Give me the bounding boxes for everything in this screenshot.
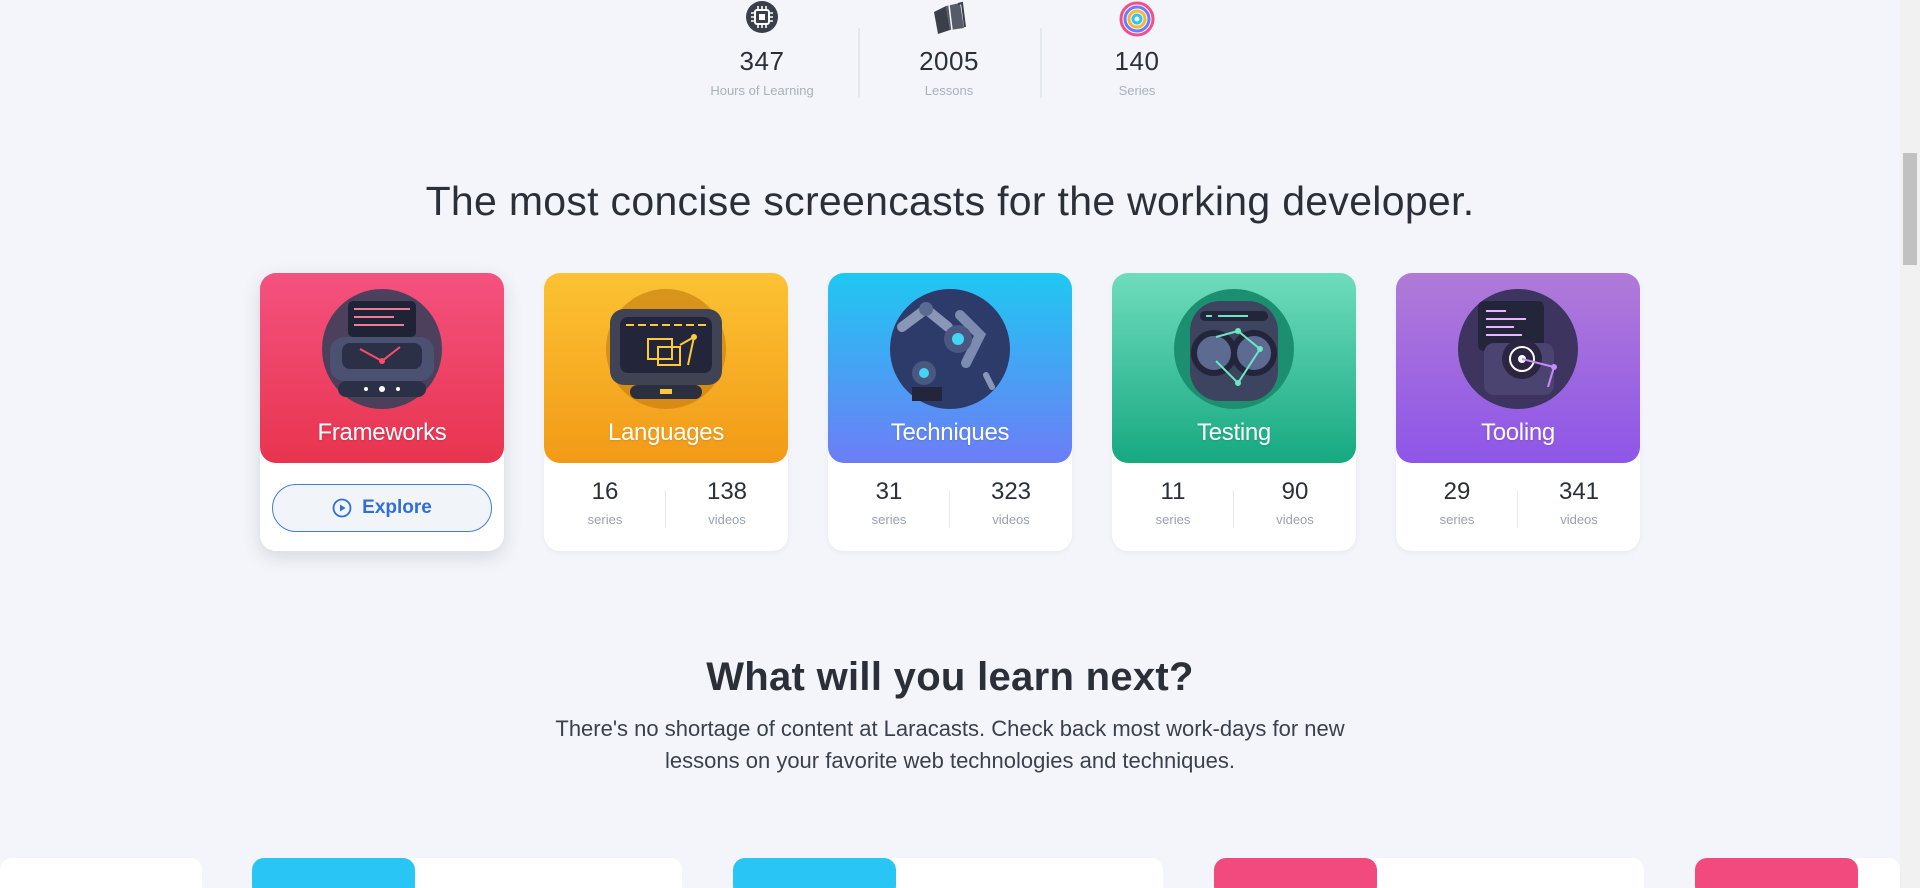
series-count: 11 series <box>1112 478 1234 527</box>
videos-count: 323 videos <box>950 478 1072 527</box>
topic-stats: 31 series 323 videos <box>828 478 1072 538</box>
series-count: 29 series <box>1396 478 1518 527</box>
videos-value: 90 <box>1281 478 1309 505</box>
videos-value: 323 <box>990 478 1032 505</box>
topic-title: Languages <box>607 419 725 446</box>
series-value: 31 <box>875 478 903 505</box>
series-card-thumbnail[interactable] <box>1695 858 1858 888</box>
topic-card-header[interactable]: Frameworks <box>260 273 504 463</box>
rings-icon <box>1119 1 1155 37</box>
vertical-scrollbar[interactable] <box>1900 0 1920 888</box>
next-section-description: There's no shortage of content at Laraca… <box>555 716 1345 773</box>
languages-illustration-icon <box>606 289 726 409</box>
series-unit: series <box>1439 512 1475 527</box>
videos-count: 138 videos <box>666 478 788 527</box>
stat-divider <box>1040 28 1042 98</box>
stat-label: Series <box>1118 83 1156 98</box>
videos-unit: videos <box>1276 512 1314 527</box>
series-card-thumbnail[interactable] <box>252 858 415 888</box>
stat-divider <box>858 28 860 98</box>
topic-card-frameworks[interactable]: Frameworks Explore <box>260 273 504 551</box>
topic-stats: 11 series 90 videos <box>1112 478 1356 538</box>
stat-hours: 347 Hours of Learning <box>677 0 847 98</box>
next-section-title: What will you learn next? <box>706 655 1194 699</box>
videos-value: 138 <box>706 478 748 505</box>
chip-icon <box>746 1 778 33</box>
stat-value: 140 <box>1114 46 1160 76</box>
topic-stats: 29 series 341 videos <box>1396 478 1640 538</box>
series-value: 16 <box>591 478 619 505</box>
stat-lessons: 2005 Lessons <box>864 0 1034 98</box>
topic-card-header[interactable]: Languages <box>544 273 788 463</box>
topic-title: Testing <box>1197 419 1271 446</box>
videos-unit: videos <box>1560 512 1598 527</box>
series-unit: series <box>871 512 907 527</box>
topic-card-header[interactable]: Testing <box>1112 273 1356 463</box>
series-card-partial[interactable] <box>0 858 202 888</box>
topic-card-languages[interactable]: Languages 16 series 138 videos <box>544 273 788 551</box>
topic-title: Techniques <box>890 419 1010 446</box>
section-headline: The most concise screencasts for the wor… <box>425 178 1475 224</box>
topic-card-header[interactable]: Techniques <box>828 273 1072 463</box>
topic-title: Frameworks <box>317 419 447 446</box>
frameworks-illustration-icon <box>322 289 442 409</box>
explore-button-label: Explore <box>362 497 432 518</box>
videos-value: 341 <box>1558 478 1600 505</box>
play-circle-icon <box>332 498 352 518</box>
topic-stats: 16 series 138 videos <box>544 478 788 538</box>
explore-button[interactable]: Explore <box>272 484 492 532</box>
series-value: 11 <box>1160 478 1186 505</box>
videos-unit: videos <box>992 512 1030 527</box>
stat-value: 347 <box>739 46 785 76</box>
topic-card-techniques[interactable]: Techniques 31 series 323 videos <box>828 273 1072 551</box>
stat-label: Hours of Learning <box>710 83 814 98</box>
stat-value: 2005 <box>919 46 979 76</box>
series-unit: series <box>1155 512 1191 527</box>
series-value: 29 <box>1443 478 1471 505</box>
techniques-illustration-icon <box>890 289 1010 409</box>
stat-series: 140 Series <box>1052 0 1222 98</box>
series-count: 16 series <box>544 478 666 527</box>
videos-count: 90 videos <box>1234 478 1356 527</box>
videos-count: 341 videos <box>1518 478 1640 527</box>
series-card-thumbnail[interactable] <box>733 858 896 888</box>
topic-card-testing[interactable]: Testing 11 series 90 videos <box>1112 273 1356 551</box>
scrollbar-thumb[interactable] <box>1903 153 1917 265</box>
topic-title: Tooling <box>1481 419 1555 446</box>
videos-unit: videos <box>708 512 746 527</box>
stats-row: 347 Hours of Learning 2005 Lessons 140 S… <box>0 0 1900 110</box>
series-card-thumbnail[interactable] <box>1214 858 1377 888</box>
testing-illustration-icon <box>1174 289 1294 409</box>
stat-label: Lessons <box>924 83 974 98</box>
series-unit: series <box>587 512 623 527</box>
topic-card-header[interactable]: Tooling <box>1396 273 1640 463</box>
books-icon <box>934 1 966 34</box>
tooling-illustration-icon <box>1458 289 1578 409</box>
topic-card-tooling[interactable]: Tooling 29 series 341 videos <box>1396 273 1640 551</box>
series-count: 31 series <box>828 478 950 527</box>
